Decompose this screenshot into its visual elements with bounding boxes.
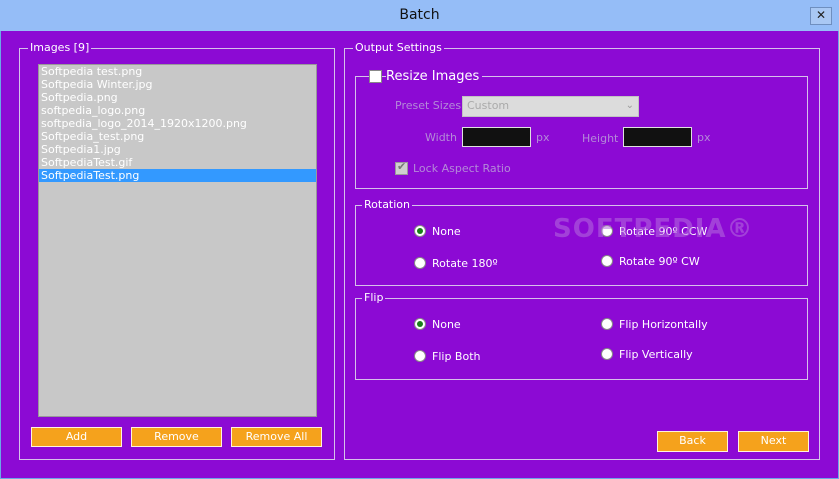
flip-group: Flip [355, 291, 808, 380]
rotation-legend: Rotation [362, 198, 413, 211]
output-settings-legend: Output Settings [353, 41, 444, 54]
back-button[interactable]: Back [657, 431, 728, 452]
flip-both-label: Flip Both [432, 350, 481, 363]
flip-horizontally-label: Flip Horizontally [619, 318, 708, 331]
image-list[interactable]: Softpedia test.png Softpedia Winter.jpg … [38, 64, 317, 417]
remove-all-button[interactable]: Remove All [231, 427, 322, 447]
images-group-legend: Images [9] [28, 41, 92, 54]
image-list-item[interactable]: Softpedia.png [39, 91, 316, 104]
width-input[interactable] [462, 127, 531, 147]
width-label: Width [425, 131, 457, 144]
height-unit: px [697, 131, 711, 144]
height-input[interactable] [623, 127, 692, 147]
next-button[interactable]: Next [738, 431, 809, 452]
flip-both-radio[interactable] [414, 350, 426, 362]
image-list-item-selected[interactable]: SoftpediaTest.png [39, 169, 316, 182]
preset-sizes-label: Preset Sizes [395, 99, 462, 112]
preset-sizes-select[interactable]: Custom ⌄ [462, 96, 639, 117]
rotation-180-label: Rotate 180º [432, 257, 498, 270]
preset-sizes-value: Custom [467, 99, 510, 112]
rotation-none-radio[interactable] [414, 225, 426, 237]
image-list-item[interactable]: softpedia_logo_2014_1920x1200.png [39, 117, 316, 130]
image-list-item[interactable]: Softpedia Winter.jpg [39, 78, 316, 91]
remove-button[interactable]: Remove [131, 427, 222, 447]
flip-none-label: None [432, 318, 461, 331]
window-title: Batch [399, 7, 440, 23]
add-button[interactable]: Add [31, 427, 122, 447]
softpedia-watermark: SOFTPEDIA® [553, 214, 754, 244]
image-list-item[interactable]: Softpedia test.png [39, 65, 316, 78]
checkmark-icon: ✔ [397, 160, 407, 173]
close-icon: ✕ [815, 8, 827, 22]
close-button[interactable]: ✕ [810, 7, 832, 25]
flip-vertically-radio[interactable] [601, 348, 613, 360]
resize-images-label: Resize Images [386, 69, 483, 84]
width-unit: px [536, 131, 550, 144]
rotation-none-label: None [432, 225, 461, 238]
resize-images-checkbox[interactable] [369, 70, 382, 83]
flip-legend: Flip [362, 291, 386, 304]
rotation-90-cw-label: Rotate 90º CW [619, 255, 700, 268]
image-list-item[interactable]: SoftpediaTest.gif [39, 156, 316, 169]
flip-horizontally-radio[interactable] [601, 318, 613, 330]
title-bar: Batch ✕ [0, 0, 839, 31]
rotation-180-radio[interactable] [414, 257, 426, 269]
height-label: Height [582, 132, 619, 145]
chevron-down-icon: ⌄ [625, 100, 634, 111]
image-list-item[interactable]: Softpedia1.jpg [39, 143, 316, 156]
image-list-item[interactable]: Softpedia_test.png [39, 130, 316, 143]
rotation-90-cw-radio[interactable] [601, 255, 613, 267]
lock-aspect-ratio-checkbox[interactable]: ✔ [395, 160, 408, 175]
lock-aspect-ratio-label: Lock Aspect Ratio [413, 162, 511, 175]
image-list-item[interactable]: softpedia_logo.png [39, 104, 316, 117]
flip-vertically-label: Flip Vertically [619, 348, 693, 361]
flip-none-radio[interactable] [414, 318, 426, 330]
